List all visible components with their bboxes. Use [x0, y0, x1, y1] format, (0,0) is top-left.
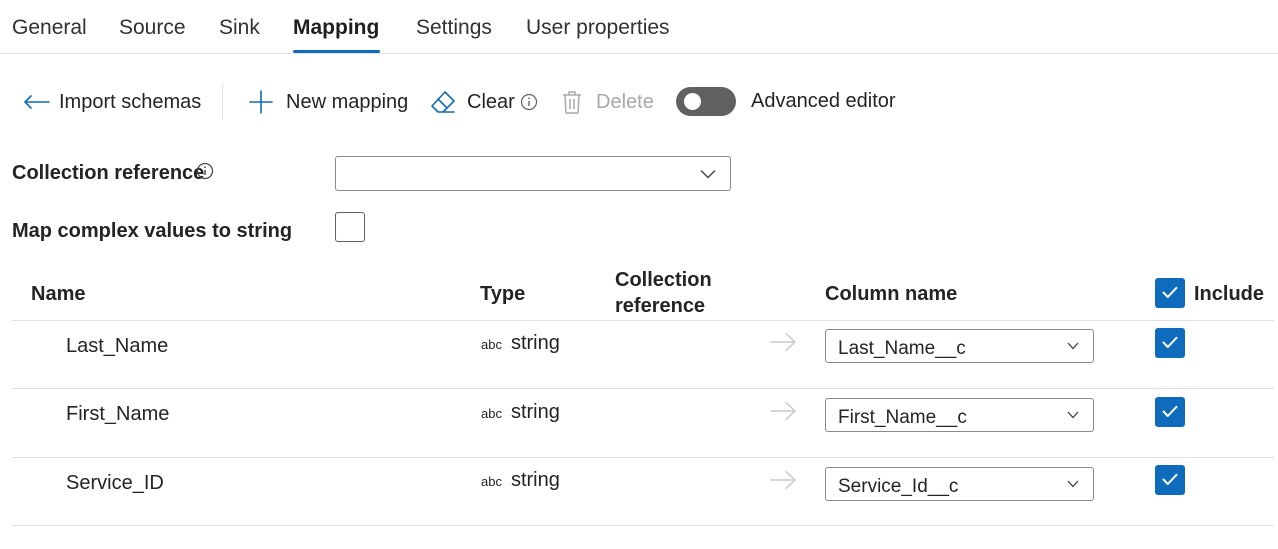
row-type: abc string: [481, 401, 560, 424]
arrow-right-icon: [770, 401, 796, 421]
include-checkbox[interactable]: [1155, 397, 1185, 427]
checkmark-icon: [1162, 473, 1178, 485]
column-header-collection-reference-line2: reference: [615, 295, 706, 317]
chevron-down-icon: [1067, 342, 1079, 350]
checkmark-icon: [1162, 405, 1178, 417]
advanced-editor-label: Advanced editor: [751, 90, 896, 112]
column-header-include: Include: [1194, 283, 1265, 305]
eraser-icon: [431, 91, 455, 113]
map-complex-values-label: Map complex values to string: [12, 220, 293, 242]
row-divider: [12, 388, 1274, 389]
column-header-collection-reference-line1: Collection: [615, 269, 712, 291]
collection-reference-dropdown[interactable]: [335, 156, 731, 191]
column-name-dropdown[interactable]: Service_Id__c: [825, 467, 1094, 501]
type-name: string: [510, 332, 560, 354]
tab-user-properties[interactable]: User properties: [526, 16, 670, 40]
column-header-name: Name: [31, 283, 86, 305]
row-name: First_Name: [66, 403, 170, 425]
column-name-dropdown[interactable]: Last_Name__c: [825, 329, 1094, 363]
collection-reference-label: Collection reference: [12, 162, 205, 184]
type-abbr: abc: [481, 474, 502, 489]
collection-reference-info-icon[interactable]: [196, 162, 214, 180]
column-name-value: Last_Name__c: [838, 338, 966, 359]
import-schemas-label: Import schemas: [59, 90, 202, 113]
arrow-right-icon: [770, 470, 796, 490]
type-abbr: abc: [481, 406, 502, 421]
import-arrow-icon: [24, 95, 50, 109]
chevron-down-icon: [1067, 480, 1079, 488]
column-name-value: Service_Id__c: [838, 476, 959, 497]
type-name: string: [510, 401, 560, 423]
info-icon[interactable]: [520, 93, 538, 111]
import-schemas-button[interactable]: Import schemas: [24, 87, 201, 117]
delete-button[interactable]: Delete: [561, 87, 654, 117]
type-abbr: abc: [481, 337, 502, 352]
type-name: string: [510, 469, 560, 491]
tab-general[interactable]: General: [12, 16, 87, 40]
clear-button[interactable]: Clear: [430, 87, 538, 117]
include-checkbox[interactable]: [1155, 465, 1185, 495]
trash-icon: [563, 91, 581, 114]
clear-label: Clear: [467, 90, 515, 113]
delete-label: Delete: [596, 90, 654, 113]
column-header-column-name: Column name: [825, 283, 958, 305]
new-mapping-label: New mapping: [286, 90, 409, 113]
active-tab-indicator: [293, 50, 380, 53]
tab-source[interactable]: Source: [119, 16, 186, 40]
checkmark-icon: [1162, 336, 1178, 348]
row-name: Last_Name: [66, 335, 169, 357]
row-type: abc string: [481, 332, 560, 355]
tab-sink[interactable]: Sink: [219, 16, 260, 40]
row-name: Service_ID: [66, 472, 164, 494]
header-divider: [12, 320, 1274, 321]
row-divider: [12, 457, 1274, 458]
toggle-knob: [684, 93, 701, 110]
column-name-dropdown[interactable]: First_Name__c: [825, 398, 1094, 432]
row-divider: [12, 525, 1274, 526]
checkmark-icon: [1162, 286, 1178, 298]
new-mapping-button[interactable]: New mapping: [249, 87, 408, 117]
tab-bar: General Source Sink Mapping Settings Use…: [0, 0, 1278, 54]
include-all-checkbox[interactable]: [1155, 278, 1185, 308]
tab-mapping[interactable]: Mapping: [293, 16, 379, 40]
chevron-down-icon: [700, 170, 716, 179]
row-type: abc string: [481, 469, 560, 492]
column-header-type: Type: [480, 283, 526, 305]
plus-icon: [249, 90, 273, 114]
toolbar-divider: [222, 84, 223, 120]
advanced-editor-toggle[interactable]: [676, 87, 736, 116]
chevron-down-icon: [1067, 411, 1079, 419]
column-name-value: First_Name__c: [838, 407, 967, 428]
map-complex-values-checkbox[interactable]: [335, 212, 365, 242]
tab-settings[interactable]: Settings: [416, 16, 492, 40]
include-checkbox[interactable]: [1155, 328, 1185, 358]
arrow-right-icon: [770, 332, 796, 352]
